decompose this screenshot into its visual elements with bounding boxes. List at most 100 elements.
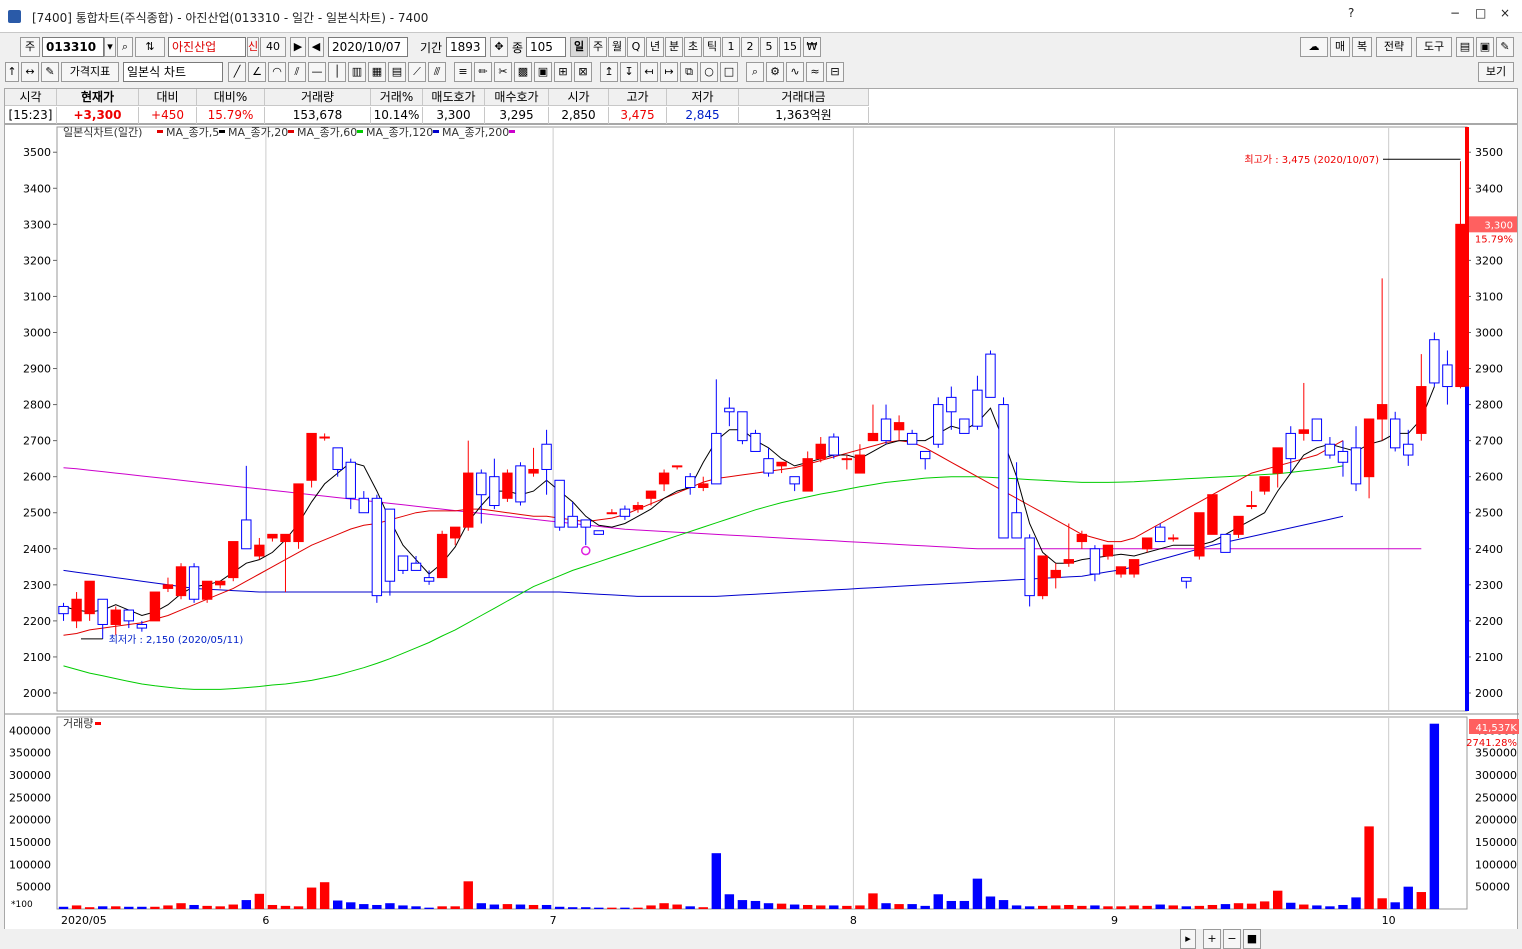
volume-bar bbox=[1103, 906, 1113, 909]
vol-pct: 2741.28% bbox=[1466, 738, 1517, 749]
sort-icon[interactable]: ⇅ bbox=[135, 37, 165, 57]
tools-button[interactable]: 도구 bbox=[1416, 37, 1452, 57]
candle-body bbox=[214, 580, 226, 586]
candle-body bbox=[750, 432, 761, 452]
draw-tool-icon-1[interactable]: ∠ bbox=[248, 62, 266, 82]
draw-tool-icon-28[interactable]: ≈ bbox=[806, 62, 824, 82]
trade-button[interactable]: 매 bbox=[1330, 37, 1350, 57]
draw-tool-icon-15[interactable]: ▣ bbox=[534, 62, 552, 82]
interval-button-3[interactable]: Q bbox=[627, 37, 645, 57]
draw-tool-icon-4[interactable]: — bbox=[308, 62, 326, 82]
interval-button-7[interactable]: 틱 bbox=[703, 37, 721, 57]
candle-body bbox=[946, 396, 957, 413]
draw-tool-icon-22[interactable]: ⧉ bbox=[680, 62, 698, 82]
move-icon[interactable]: ✥ bbox=[490, 37, 508, 57]
draw-tool-icon-5[interactable]: │ bbox=[328, 62, 346, 82]
edit-icon[interactable]: ✎ bbox=[41, 62, 59, 82]
multi-button[interactable]: 복 bbox=[1352, 37, 1372, 57]
draw-tool-icon-27[interactable]: ∿ bbox=[786, 62, 804, 82]
name-field[interactable]: 아진산업 bbox=[168, 37, 246, 57]
candle-body bbox=[502, 472, 513, 499]
y-tick-label-right: 2800 bbox=[1475, 399, 1503, 412]
draw-tool-icon-10[interactable]: ⫻ bbox=[428, 62, 446, 82]
draw-tool-icon-14[interactable]: ▩ bbox=[514, 62, 532, 82]
next-icon[interactable]: ▶ bbox=[290, 37, 306, 57]
draw-tool-icon-12[interactable]: ✏ bbox=[474, 62, 492, 82]
resize-icon[interactable]: ↔ bbox=[21, 62, 39, 82]
y-tick-label-left: 2400 bbox=[23, 543, 51, 556]
draw-tool-icon-0[interactable]: ╱ bbox=[228, 62, 246, 82]
candle-body bbox=[1416, 386, 1427, 434]
maximize-icon[interactable]: □ bbox=[1475, 6, 1486, 20]
interval-button-10[interactable]: 5 bbox=[760, 37, 778, 57]
interval-button-11[interactable]: 15 bbox=[779, 37, 801, 57]
quote-value-6: 3,300 bbox=[423, 107, 485, 124]
draw-tool-icon-13[interactable]: ✂ bbox=[494, 62, 512, 82]
open-icon[interactable]: ▤ bbox=[1456, 37, 1474, 57]
draw-tool-icon-23[interactable]: ○ bbox=[700, 62, 718, 82]
draw-tool-icon-29[interactable]: ⊟ bbox=[826, 62, 844, 82]
chart-canvas[interactable]: 2000 2000 2100 2100 2200 2200 2300 2300 2400 2400… bbox=[5, 125, 1519, 931]
y-tick-label-left: 3200 bbox=[23, 254, 51, 267]
help-icon[interactable]: ? bbox=[1348, 6, 1354, 20]
zoom-in-icon[interactable]: + bbox=[1203, 929, 1221, 949]
interval-button-12[interactable]: ₩ bbox=[803, 37, 821, 57]
cloud-icon[interactable]: ☁ bbox=[1300, 37, 1328, 57]
chart-type-select[interactable]: 일본식 차트 bbox=[123, 62, 223, 82]
search-icon[interactable]: ⌕ bbox=[117, 37, 133, 57]
settings-icon[interactable]: ✎ bbox=[1496, 37, 1514, 57]
candle-body bbox=[1285, 432, 1296, 460]
save-icon[interactable]: ▣ bbox=[1476, 37, 1494, 57]
candle-body bbox=[1259, 476, 1270, 492]
up-arrow-icon[interactable]: ↑ bbox=[5, 62, 19, 82]
candle-body bbox=[854, 454, 866, 474]
draw-tool-icon-26[interactable]: ⚙ bbox=[766, 62, 784, 82]
draw-tool-icon-7[interactable]: ▦ bbox=[368, 62, 386, 82]
candle-body bbox=[880, 418, 892, 442]
interval-button-2[interactable]: 월 bbox=[608, 37, 626, 57]
draw-tool-icon-17[interactable]: ⊠ bbox=[574, 62, 592, 82]
volume-bar bbox=[1429, 723, 1440, 909]
period-input[interactable]: 1893 bbox=[446, 37, 486, 57]
interval-button-9[interactable]: 2 bbox=[741, 37, 759, 57]
draw-tool-icon-19[interactable]: ↧ bbox=[620, 62, 638, 82]
interval-button-1[interactable]: 주 bbox=[589, 37, 607, 57]
draw-tool-icon-8[interactable]: ▤ bbox=[388, 62, 406, 82]
draw-tool-icon-3[interactable]: ⫽ bbox=[288, 62, 306, 82]
stop-icon[interactable]: ■ bbox=[1243, 929, 1261, 949]
close-icon[interactable]: × bbox=[1500, 6, 1510, 20]
candle-body bbox=[306, 432, 317, 481]
draw-tool-icon-25[interactable]: ⌕ bbox=[746, 62, 764, 82]
market-button[interactable]: 주 bbox=[20, 37, 40, 57]
draw-tool-icon-21[interactable]: ↦ bbox=[660, 62, 678, 82]
draw-tool-icon-20[interactable]: ↤ bbox=[640, 62, 658, 82]
interval-button-4[interactable]: 년 bbox=[646, 37, 664, 57]
date-input[interactable]: 2020/10/07 bbox=[328, 37, 408, 57]
interval-button-0[interactable]: 일 bbox=[570, 37, 588, 57]
interval-button-5[interactable]: 분 bbox=[665, 37, 683, 57]
chart-area[interactable]: 2000 2000 2100 2100 2200 2200 2300 2300 2400 2400… bbox=[4, 124, 1519, 931]
scroll-right-icon[interactable]: ▸ bbox=[1180, 929, 1196, 949]
zoom-out-icon[interactable]: − bbox=[1223, 929, 1241, 949]
volume-bar bbox=[920, 905, 930, 909]
y-tick-label-right: 2600 bbox=[1475, 471, 1503, 484]
draw-tool-icon-11[interactable]: ≡ bbox=[454, 62, 472, 82]
draw-tool-icon-2[interactable]: ◠ bbox=[268, 62, 286, 82]
code-input[interactable]: 013310 bbox=[42, 37, 104, 57]
candle-body bbox=[1246, 505, 1257, 508]
code-dropdown-icon[interactable]: ▾ bbox=[104, 37, 116, 57]
draw-tool-icon-18[interactable]: ↥ bbox=[600, 62, 618, 82]
interval-button-6[interactable]: 초 bbox=[684, 37, 702, 57]
strategy-button[interactable]: 전략 bbox=[1376, 37, 1412, 57]
candle-body bbox=[149, 591, 161, 622]
draw-tool-icon-6[interactable]: ▥ bbox=[348, 62, 366, 82]
view-button[interactable]: 보기 bbox=[1478, 62, 1514, 82]
prev-icon[interactable]: ◀ bbox=[308, 37, 324, 57]
draw-tool-icon-16[interactable]: ⊞ bbox=[554, 62, 572, 82]
interval-button-8[interactable]: 1 bbox=[722, 37, 740, 57]
draw-tool-icon-24[interactable]: □ bbox=[720, 62, 738, 82]
indicator-button[interactable]: 가격지표 bbox=[61, 62, 119, 82]
count-input[interactable]: 105 bbox=[526, 37, 566, 57]
draw-tool-icon-9[interactable]: ⟋ bbox=[408, 62, 426, 82]
minimize-icon[interactable]: − bbox=[1450, 6, 1460, 20]
